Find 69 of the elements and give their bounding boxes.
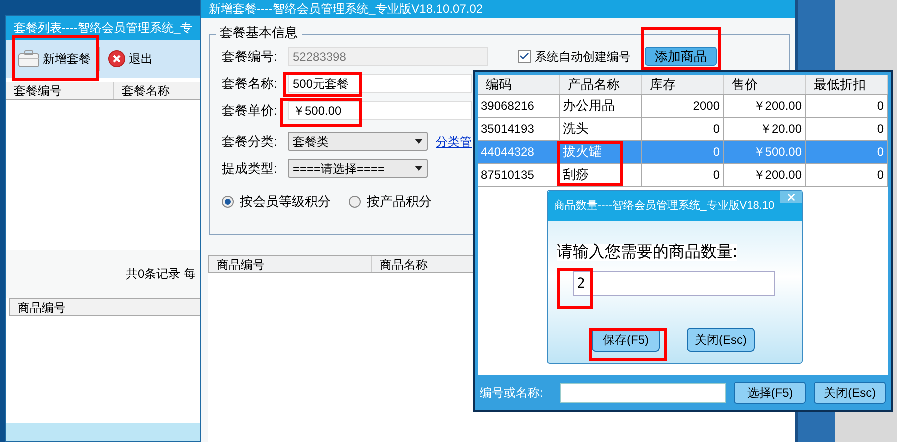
table-cell: 0 (642, 141, 724, 163)
record-count: 共0条记录 每 (126, 266, 196, 283)
category-select[interactable]: 套餐类 (288, 132, 428, 151)
dialog-button[interactable]: 选择(F5) (734, 382, 806, 404)
search-label: 编号或名称: (480, 384, 544, 402)
table-cell: ￥200.00 (724, 95, 806, 117)
field-label: 套餐名称: (222, 74, 279, 93)
search-field[interactable] (560, 382, 726, 402)
table-cell: 洗头 (560, 118, 642, 140)
field-label: 提成类型: (222, 160, 279, 178)
table-cell: 2000 (642, 95, 724, 117)
table-cell: 39068216 (478, 95, 560, 117)
dialog-button[interactable]: 关闭(Esc) (814, 382, 886, 404)
column-header: 商品编号 (17, 300, 66, 315)
radio-option[interactable]: 按产品积分 (349, 192, 432, 212)
column-header: 最低折扣 (806, 75, 888, 94)
toolbar-button[interactable]: 退出 (108, 50, 153, 68)
dropdown-arrow-icon (415, 139, 423, 144)
field-label: 套餐分类: (222, 132, 279, 151)
name-field[interactable]: 500元套餐 (288, 74, 472, 93)
quantity-field[interactable]: 2 (573, 271, 775, 296)
table-cell: 办公用品 (560, 95, 642, 117)
column-header: 商品编号 (209, 256, 372, 272)
category-link[interactable]: 分类管 (436, 132, 472, 150)
toolbar-button[interactable]: 新增套餐 (18, 50, 91, 68)
table-cell: 0 (806, 141, 888, 163)
briefcase-icon (18, 50, 40, 68)
window-title: 新增套餐----智络会员管理系统_专业版V18.10.07.02 (209, 3, 484, 15)
radio-button[interactable] (222, 196, 234, 208)
table-cell: 0 (642, 118, 724, 140)
column-header: 编码 (478, 75, 560, 94)
highlight-frame (557, 141, 623, 186)
field-label: 套餐单价: (222, 102, 279, 120)
prompt-text: 请输入您需要的商品数量: (557, 244, 738, 261)
checkbox[interactable] (518, 50, 531, 63)
table-row[interactable]: 39068216 办公用品 2000 ￥200.00 0 (478, 95, 888, 118)
radio-option[interactable]: 按会员等级积分 (222, 192, 331, 212)
column-header: 产品名称 (560, 75, 642, 94)
column-header: 套餐编号 (6, 82, 114, 99)
code-field: 52283398 (288, 47, 488, 66)
dropdown-arrow-icon (415, 166, 423, 171)
add-product-button[interactable]: 添加商品 (645, 47, 717, 66)
table-cell: ￥500.00 (724, 141, 806, 163)
column-header: 库存 (642, 75, 724, 94)
table-cell: ￥200.00 (724, 164, 806, 186)
price-field[interactable]: ￥500.00 (288, 101, 472, 120)
table-cell: 35014193 (478, 118, 560, 140)
table-row[interactable]: 35014193 洗头 0 ￥20.00 0 (478, 118, 888, 141)
table-cell: 0 (642, 164, 724, 186)
table-cell: 44044328 (478, 141, 560, 163)
table-cell: ￥20.00 (724, 118, 806, 140)
table-cell: 0 (806, 164, 888, 186)
commission-select[interactable]: ====请选择==== (288, 159, 428, 178)
table-cell: 0 (806, 118, 888, 140)
window-title: 套餐列表----智络会员管理系统_专 (14, 20, 193, 37)
radio-button[interactable] (349, 196, 361, 208)
close-icon (786, 192, 796, 202)
dialog-title: 商品数量----智络会员管理系统_专业版V18.10 (554, 198, 775, 214)
auto-code-checkbox[interactable]: 系统自动创建编号 (518, 48, 631, 66)
table-row[interactable]: 87510135 刮痧 0 ￥200.00 0 (478, 164, 888, 187)
group-title: 套餐基本信息 (216, 26, 302, 39)
table-cell: 0 (806, 95, 888, 117)
highlight-frame (557, 268, 593, 309)
dialog-button[interactable]: 关闭(Esc) (687, 328, 755, 352)
close-button[interactable] (780, 191, 802, 203)
column-header: 售价 (724, 75, 806, 94)
close-icon (108, 50, 126, 68)
table-cell: 87510135 (478, 164, 560, 186)
field-label: 套餐编号: (222, 48, 279, 66)
